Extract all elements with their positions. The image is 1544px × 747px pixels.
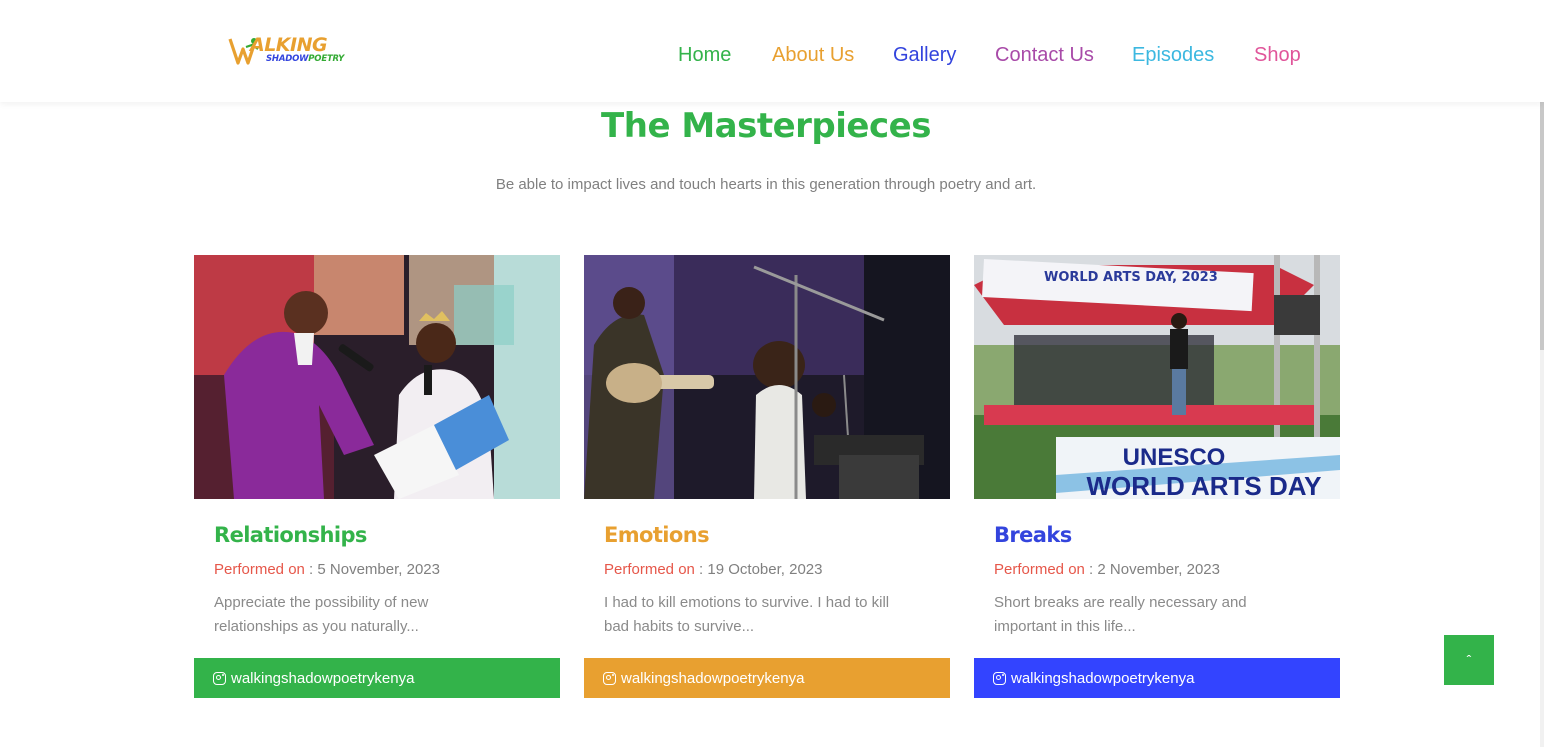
- banner-world-arts-text: WORLD ARTS DAY: [1087, 471, 1322, 499]
- scrollbar[interactable]: [1540, 0, 1544, 747]
- card-title[interactable]: Emotions: [604, 523, 710, 547]
- banner-unesco-text: UNESCO: [1123, 444, 1226, 471]
- nav-gallery[interactable]: Gallery: [893, 44, 956, 67]
- performed-date: : 19 October, 2023: [694, 561, 823, 578]
- instagram-icon: [993, 671, 1006, 685]
- card-photo-relationships[interactable]: [194, 255, 560, 499]
- nav-episodes[interactable]: Episodes: [1132, 44, 1214, 67]
- main-nav: Home About Us Gallery Contact Us Episode…: [0, 44, 1544, 70]
- card-photo-breaks[interactable]: WORLD ARTS DAY, 2023 UNESCO WORLD ARTS D…: [974, 255, 1340, 499]
- card-meta: Performed on : 19 October, 2023: [604, 561, 822, 578]
- instagram-icon: [603, 671, 616, 685]
- masterpiece-card[interactable]: Relationships Performed on : 5 November,…: [194, 255, 560, 698]
- nav-about-us[interactable]: About Us: [772, 44, 854, 67]
- nav-shop[interactable]: Shop: [1254, 44, 1301, 67]
- instagram-handle: walkingshadowpoetrykenya: [231, 669, 415, 687]
- card-description: I had to kill emotions to survive. I had…: [604, 594, 890, 635]
- chevron-up-icon: ˆ: [1466, 652, 1472, 668]
- card-photo-emotions[interactable]: [584, 255, 950, 499]
- performed-label: Performed on: [604, 561, 695, 578]
- instagram-icon: [213, 671, 226, 685]
- card-instagram-link[interactable]: walkingshadowpoetrykenya: [584, 658, 950, 698]
- section-subtitle: Be able to impact lives and touch hearts…: [495, 176, 1037, 193]
- instagram-handle: walkingshadowpoetrykenya: [1011, 669, 1195, 687]
- performed-label: Performed on: [214, 561, 305, 578]
- card-description: Appreciate the possibility of new relati…: [214, 594, 429, 635]
- card-meta: Performed on : 5 November, 2023: [214, 561, 440, 578]
- performed-label: Performed on: [994, 561, 1085, 578]
- back-to-top-button[interactable]: ˆ: [1444, 635, 1494, 685]
- masterpiece-card[interactable]: Emotions Performed on : 19 October, 2023…: [584, 255, 950, 698]
- section-title: The Masterpieces: [601, 106, 931, 146]
- masterpiece-card[interactable]: WORLD ARTS DAY, 2023 UNESCO WORLD ARTS D…: [974, 255, 1340, 698]
- site-header: ALKING SHADOWPOETRY Home About Us Galler…: [0, 0, 1544, 102]
- card-title[interactable]: Breaks: [994, 523, 1072, 547]
- performed-date: : 2 November, 2023: [1084, 561, 1220, 578]
- card-instagram-link[interactable]: walkingshadowpoetrykenya: [194, 658, 560, 698]
- card-description: Short breaks are really necessary and im…: [994, 594, 1247, 635]
- banner-top-text: WORLD ARTS DAY, 2023: [1044, 270, 1218, 285]
- nav-home[interactable]: Home: [678, 44, 731, 67]
- instagram-handle: walkingshadowpoetrykenya: [621, 669, 805, 687]
- card-meta: Performed on : 2 November, 2023: [994, 561, 1220, 578]
- card-title[interactable]: Relationships: [214, 523, 367, 547]
- card-instagram-link[interactable]: walkingshadowpoetrykenya: [974, 658, 1340, 698]
- performed-date: : 5 November, 2023: [304, 561, 440, 578]
- nav-contact-us[interactable]: Contact Us: [995, 44, 1094, 67]
